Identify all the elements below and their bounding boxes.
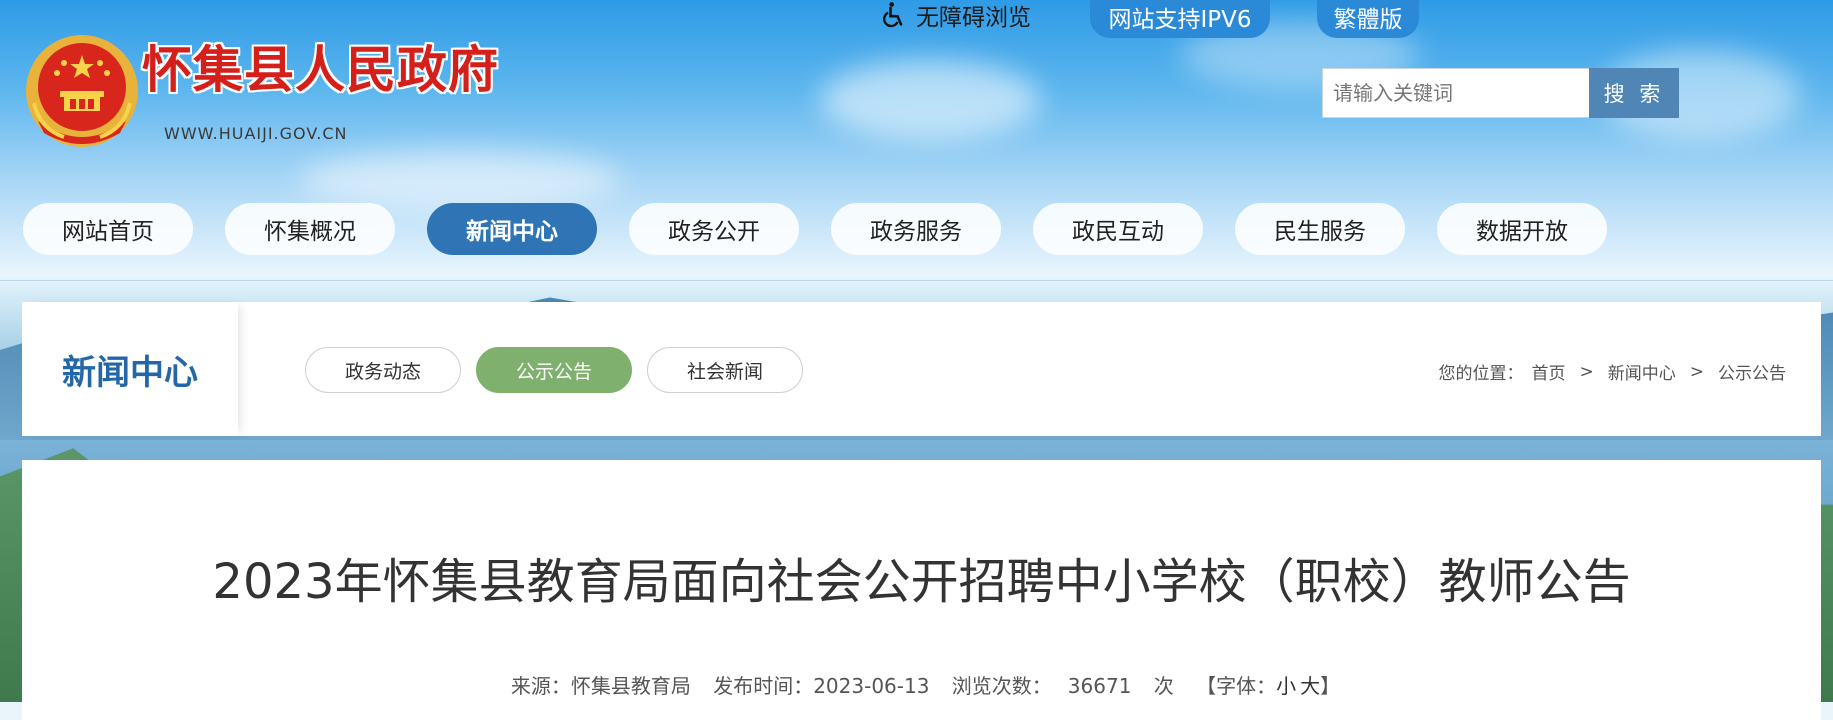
nav-item-open-data[interactable]: 数据开放 <box>1437 203 1607 255</box>
breadcrumb-separator: > <box>1689 361 1704 382</box>
tab-gov-dynamics[interactable]: 政务动态 <box>305 347 461 393</box>
article-meta: 来源：怀集县教育局 发布时间：2023-06-13 浏览次数： 36671 次 【… <box>22 670 1821 699</box>
breadcrumb: 您的位置： 首页 > 新闻中心 > 公示公告 <box>1438 359 1787 385</box>
accessibility-link[interactable]: 无障碍浏览 <box>880 0 1031 31</box>
article-title: 2023年怀集县教育局面向社会公开招聘中小学校（职校）教师公告 <box>212 554 1631 610</box>
search-input[interactable] <box>1322 68 1589 118</box>
article-panel: 2023年怀集县教育局面向社会公开招聘中小学校（职校）教师公告 来源：怀集县教育… <box>22 460 1821 720</box>
accessibility-label: 无障碍浏览 <box>916 5 1031 31</box>
wheelchair-icon <box>883 2 903 28</box>
breadcrumb-news[interactable]: 新闻中心 <box>1608 359 1676 384</box>
search-button[interactable]: 搜 索 <box>1589 68 1679 118</box>
breadcrumb-separator: > <box>1579 361 1594 382</box>
font-small-button[interactable]: 小 <box>1276 674 1296 698</box>
section-bar: 新闻中心 政务动态 公示公告 社会新闻 您的位置： 首页 > 新闻中心 > 公示… <box>22 302 1821 436</box>
font-label: 【字体： <box>1196 674 1277 698</box>
section-title: 新闻中心 <box>62 352 198 393</box>
search-box: 搜 索 <box>1322 68 1679 118</box>
main-nav: 网站首页 怀集概况 新闻中心 政务公开 政务服务 政民互动 民生服务 数据开放 <box>23 203 1607 255</box>
article-source: 来源：怀集县教育局 <box>510 674 691 698</box>
nav-item-gov-services[interactable]: 政务服务 <box>831 203 1001 255</box>
cloud <box>300 150 620 210</box>
breadcrumb-announcements[interactable]: 公示公告 <box>1718 359 1786 384</box>
article-views-unit: 次 <box>1153 674 1174 698</box>
article-publish-time: 发布时间：2023-06-13 <box>713 674 930 698</box>
section-tabs: 政务动态 公示公告 社会新闻 <box>305 347 803 393</box>
article-views-label: 浏览次数： <box>951 674 1052 698</box>
font-close: 】 <box>1320 674 1341 698</box>
tab-announcements[interactable]: 公示公告 <box>476 347 632 393</box>
site-title[interactable]: 怀集县人民政府 <box>142 40 499 100</box>
nav-item-overview[interactable]: 怀集概况 <box>225 203 395 255</box>
font-size-control: 【字体：小 大】 <box>1196 674 1340 698</box>
article-views-count: 36671 <box>1067 674 1132 698</box>
nav-item-news[interactable]: 新闻中心 <box>427 203 597 255</box>
nav-item-gov-affairs[interactable]: 政务公开 <box>629 203 799 255</box>
nav-item-interaction[interactable]: 政民互动 <box>1033 203 1203 255</box>
nav-item-home[interactable]: 网站首页 <box>23 203 193 255</box>
breadcrumb-home[interactable]: 首页 <box>1532 359 1566 384</box>
traditional-chinese-button[interactable]: 繁體版 <box>1317 0 1419 38</box>
cloud <box>820 60 1040 140</box>
site-url: WWW.HUAIJI.GOV.CN <box>164 124 348 143</box>
font-large-button[interactable]: 大 <box>1300 674 1320 698</box>
breadcrumb-label: 您的位置： <box>1438 364 1524 384</box>
section-title-box: 新闻中心 <box>22 302 238 436</box>
tab-social-news[interactable]: 社会新闻 <box>647 347 803 393</box>
horizon-line <box>0 280 1833 281</box>
ipv6-badge[interactable]: 网站支持IPV6 <box>1090 0 1270 38</box>
national-emblem-icon <box>26 35 138 147</box>
nav-item-livelihood[interactable]: 民生服务 <box>1235 203 1405 255</box>
